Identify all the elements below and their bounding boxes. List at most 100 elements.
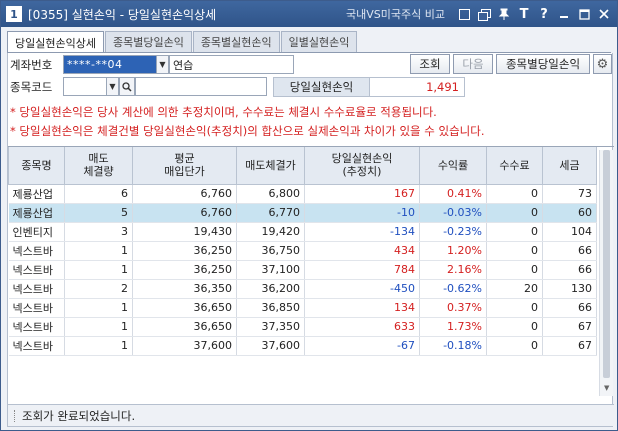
cell-sell-price: 36,200: [236, 279, 305, 299]
cell-tax: 67: [542, 336, 597, 356]
cell-stock-name: 넥스트바: [8, 317, 65, 337]
notice-difference: * 당일실현손익은 체결건별 당일실현손익(추정치)의 합산으로 실제손익과 차…: [10, 124, 485, 138]
table-row[interactable]: 넥스트바 1 36,250 37,100 784 2.16% 0 66: [8, 260, 597, 280]
cell-avg-buy-price: 6,760: [132, 203, 237, 223]
header-stock-name[interactable]: 종목명: [8, 147, 65, 185]
cell-avg-buy-price: 36,650: [132, 317, 237, 337]
window-title: [0355] 실현손익 - 당일실현손익상세: [28, 7, 217, 22]
cell-fee: 0: [486, 241, 543, 261]
account-number-input[interactable]: ****-**04: [63, 55, 157, 74]
header-fee[interactable]: 수수료: [486, 147, 543, 185]
scrollbar-thumb[interactable]: [603, 150, 610, 378]
next-button[interactable]: 다음: [453, 54, 493, 74]
header-avg-buy-price[interactable]: 평균 매입단가: [132, 147, 237, 185]
cell-sell-qty: 6: [64, 184, 133, 204]
cell-sell-qty: 1: [64, 336, 133, 356]
cell-avg-buy-price: 6,760: [132, 184, 237, 204]
status-message: 조회가 완료되었습니다.: [22, 408, 136, 423]
maximize-icon[interactable]: [577, 7, 591, 21]
cell-tax: 66: [542, 241, 597, 261]
account-dropdown-button[interactable]: ▼: [156, 55, 169, 74]
daily-realized-pnl-value: 1,491: [369, 77, 465, 97]
daily-realized-pnl-label: 당일실현손익: [273, 77, 370, 97]
compare-link[interactable]: 국내VS미국주식 비교: [346, 6, 445, 22]
table-row[interactable]: 넥스트바 1 36,250 36,750 434 1.20% 0 66: [8, 241, 597, 261]
cell-daily-realized-pnl: 134: [304, 298, 420, 318]
header-daily-realized-pnl[interactable]: 당일실현손익 (추정치): [304, 147, 420, 185]
cell-sell-qty: 1: [64, 260, 133, 280]
cell-fee: 20: [486, 279, 543, 299]
tab-daily-realized-pnl[interactable]: 일별실현손익: [280, 31, 358, 52]
copy-window-icon[interactable]: [477, 7, 491, 21]
cell-stock-name: 넥스트바: [8, 336, 65, 356]
by-stock-daily-pnl-button[interactable]: 종목별당일손익: [496, 54, 590, 74]
cell-fee: 0: [486, 184, 543, 204]
chevron-down-icon: ▼: [109, 82, 116, 91]
cell-return-rate: 0.37%: [419, 298, 487, 318]
close-icon[interactable]: [597, 7, 611, 21]
table-row[interactable]: 넥스트바 1 36,650 37,350 633 1.73% 0 67: [8, 317, 597, 337]
table-row[interactable]: 넥스트바 1 37,600 37,600 -67 -0.18% 0 67: [8, 336, 597, 356]
cell-return-rate: -0.03%: [419, 203, 487, 223]
account-name-field: 연습: [169, 55, 294, 74]
stock-code-dropdown-button[interactable]: ▼: [106, 77, 119, 96]
scroll-down-icon[interactable]: ▼: [604, 384, 609, 392]
cell-fee: 0: [486, 336, 543, 356]
header-sell-price[interactable]: 매도체결가: [236, 147, 305, 185]
vertical-scrollbar[interactable]: ▼: [599, 150, 613, 396]
tab-daily-realized-detail[interactable]: 당일실현손익상세: [7, 31, 104, 53]
tab-by-stock-daily-pnl[interactable]: 종목별당일손익: [104, 31, 192, 52]
cell-fee: 0: [486, 222, 543, 242]
pin-icon[interactable]: [497, 7, 511, 21]
cell-stock-name: 제룡산업: [8, 184, 65, 204]
cell-tax: 60: [542, 203, 597, 223]
tab-bar: 당일실현손익상세 종목별당일손익 종목별실현손익 일별실현손익: [7, 31, 358, 53]
table-row[interactable]: 제룡산업 6 6,760 6,800 167 0.41% 0 73: [8, 184, 597, 204]
stock-code-label: 종목코드: [10, 80, 53, 94]
cell-avg-buy-price: 36,250: [132, 241, 237, 261]
header-tax[interactable]: 세금: [542, 147, 597, 185]
status-grip-icon: [14, 409, 16, 422]
cell-daily-realized-pnl: -134: [304, 222, 420, 242]
cell-avg-buy-price: 36,250: [132, 260, 237, 280]
tab-by-stock-realized-pnl[interactable]: 종목별실현손익: [192, 31, 280, 52]
table-row[interactable]: 인벤티지 3 19,430 19,420 -134 -0.23% 0 104: [8, 222, 597, 242]
cell-daily-realized-pnl: -450: [304, 279, 420, 299]
cell-daily-realized-pnl: -10: [304, 203, 420, 223]
help-icon[interactable]: ?: [537, 7, 551, 22]
header-sell-qty[interactable]: 매도 체결량: [64, 147, 133, 185]
minimize-icon[interactable]: [557, 7, 571, 21]
header-return-rate[interactable]: 수익률: [419, 147, 487, 185]
cell-stock-name: 인벤티지: [8, 222, 65, 242]
table-row[interactable]: 넥스트바 1 36,650 36,850 134 0.37% 0 66: [8, 298, 597, 318]
font-size-icon[interactable]: T: [517, 7, 531, 22]
table-row[interactable]: 넥스트바 2 36,350 36,200 -450 -0.62% 20 130: [8, 279, 597, 299]
cell-tax: 130: [542, 279, 597, 299]
cell-avg-buy-price: 37,600: [132, 336, 237, 356]
cell-stock-name: 제룡산업: [8, 203, 65, 223]
stock-code-input[interactable]: [63, 77, 107, 96]
cell-tax: 67: [542, 317, 597, 337]
cell-avg-buy-price: 36,650: [132, 298, 237, 318]
stock-name-field: [135, 77, 267, 96]
cell-daily-realized-pnl: -67: [304, 336, 420, 356]
cell-stock-name: 넥스트바: [8, 260, 65, 280]
cell-daily-realized-pnl: 434: [304, 241, 420, 261]
cell-avg-buy-price: 19,430: [132, 222, 237, 242]
cell-sell-qty: 1: [64, 317, 133, 337]
status-bar: 조회가 완료되었습니다.: [8, 404, 614, 426]
cell-sell-qty: 2: [64, 279, 133, 299]
settings-button[interactable]: ⚙: [593, 54, 612, 74]
cell-return-rate: -0.62%: [419, 279, 487, 299]
table-row[interactable]: 제룡산업 5 6,760 6,770 -10 -0.03% 0 60: [8, 203, 597, 223]
link-window-icon[interactable]: [457, 7, 471, 21]
query-button[interactable]: 조회: [410, 54, 450, 74]
cell-tax: 73: [542, 184, 597, 204]
cell-stock-name: 넥스트바: [8, 279, 65, 299]
cell-sell-price: 37,600: [236, 336, 305, 356]
window-number-badge: 1: [6, 6, 22, 22]
title-bar: 1 [0355] 실현손익 - 당일실현손익상세 국내VS미국주식 비교 T ?: [1, 1, 617, 27]
cell-fee: 0: [486, 298, 543, 318]
search-icon: [122, 81, 132, 92]
stock-search-button[interactable]: [119, 77, 135, 96]
